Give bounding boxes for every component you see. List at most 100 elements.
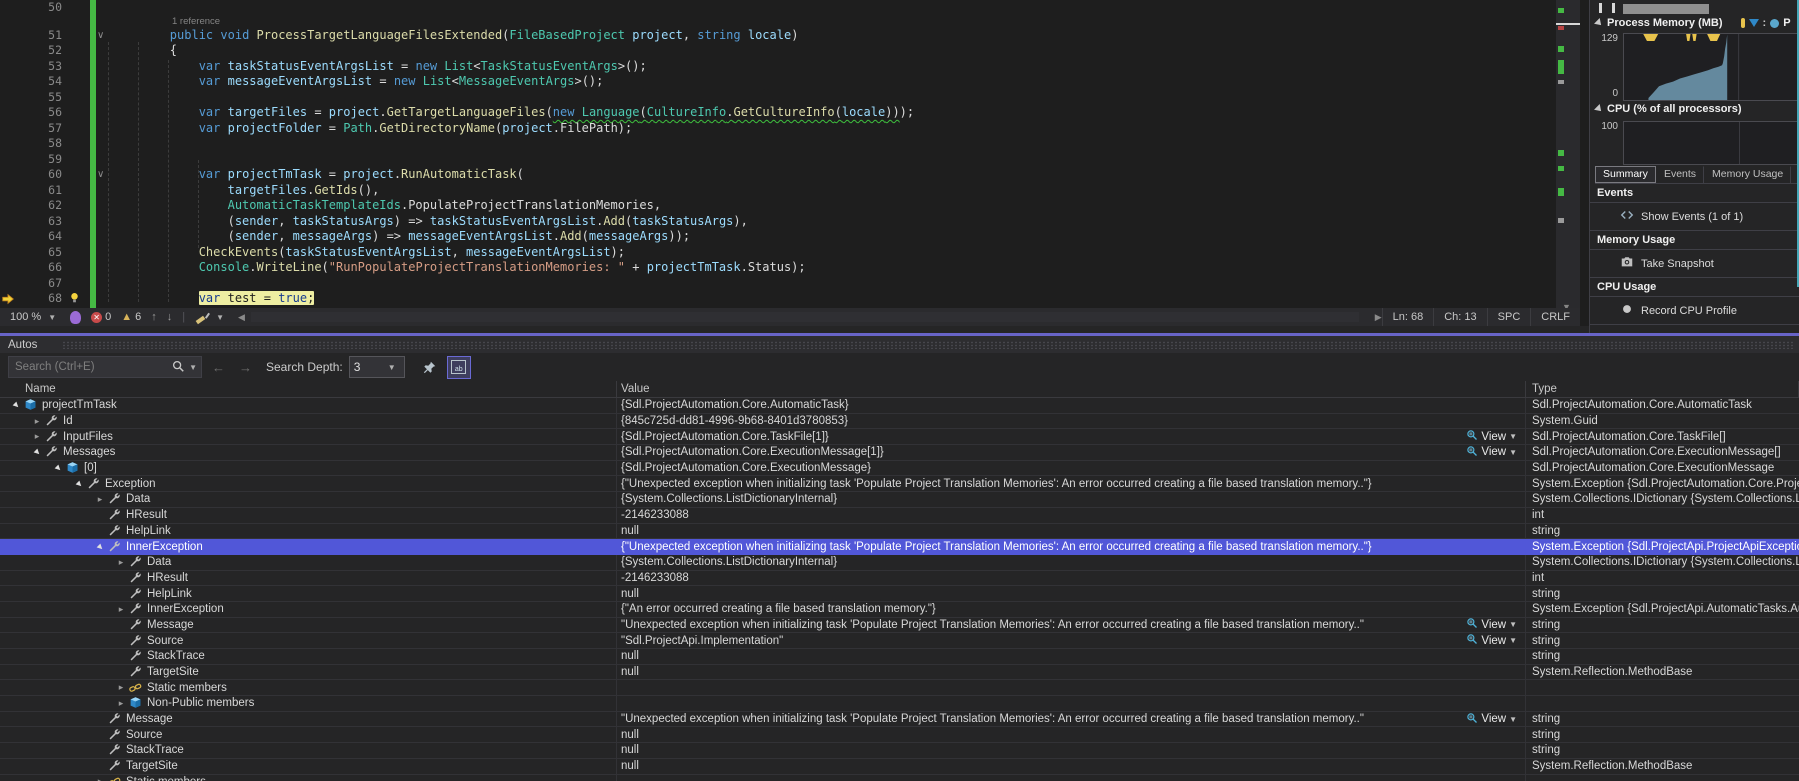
expander-icon[interactable]: ▸ bbox=[31, 416, 43, 427]
tab-summary[interactable]: Summary bbox=[1595, 166, 1656, 183]
next-issue-button[interactable]: ↓ bbox=[167, 311, 173, 323]
code-line[interactable]: 67 bbox=[0, 276, 1556, 292]
table-row[interactable]: StackTrace null string bbox=[0, 743, 1799, 759]
table-row[interactable]: Source "Sdl.ProjectApi.Implementation" Vie… bbox=[0, 633, 1799, 649]
view-visualizer-button[interactable]: View ▼ bbox=[1466, 618, 1525, 633]
expander-icon[interactable]: ▼ bbox=[29, 445, 45, 460]
memory-chart-header[interactable]: Process Memory (MB) : P bbox=[1590, 15, 1799, 30]
table-row[interactable]: ▼ projectTmTask {Sdl.ProjectAutomation.Cor… bbox=[0, 398, 1799, 414]
table-row[interactable]: ▸ Data {System.Collections.ListDictionaryI… bbox=[0, 492, 1799, 508]
search-icon[interactable] bbox=[171, 359, 185, 376]
hscroll-left-arrow[interactable]: ◀ bbox=[238, 312, 245, 323]
horizontal-scrollbar[interactable] bbox=[250, 312, 1359, 322]
code-line[interactable]: 66 Console.WriteLine("RunPopulateProject… bbox=[0, 260, 1556, 276]
expander-icon[interactable]: ▸ bbox=[31, 431, 43, 442]
code-line[interactable]: 51 ∨ public void ProcessTargetLanguageFil… bbox=[0, 28, 1556, 44]
search-back-button[interactable]: ← bbox=[208, 360, 229, 375]
search-input[interactable] bbox=[9, 361, 172, 373]
view-visualizer-button[interactable]: View ▼ bbox=[1466, 712, 1525, 727]
view-visualizer-button[interactable]: View ▼ bbox=[1466, 429, 1525, 444]
show-events-1-of-1--link[interactable]: Show Events (1 of 1) bbox=[1590, 203, 1799, 231]
code-line[interactable]: 56 var targetFiles = project.GetTargetLa… bbox=[0, 105, 1556, 121]
drag-grip[interactable] bbox=[62, 341, 1793, 349]
table-row[interactable]: ▼ [0] {Sdl.ProjectAutomation.Core.Executio… bbox=[0, 460, 1799, 477]
timeline-scrollbar[interactable] bbox=[1623, 4, 1709, 14]
code-line[interactable]: 63 (sender, taskStatusArgs) => taskStatu… bbox=[0, 214, 1556, 230]
expander-icon[interactable]: ▼ bbox=[71, 476, 87, 491]
view-visualizer-button[interactable]: View ▼ bbox=[1466, 633, 1525, 648]
code-line[interactable]: 64 (sender, messageArgs) => messageEvent… bbox=[0, 229, 1556, 245]
code-line[interactable]: 62 AutomaticTaskTemplateIds.PopulateProj… bbox=[0, 198, 1556, 214]
column-header-name[interactable]: Name bbox=[0, 381, 617, 397]
code-editor[interactable]: 50 1 reference 51 ∨ public void ProcessTarg… bbox=[0, 0, 1556, 308]
expander-icon[interactable]: ▼ bbox=[92, 539, 108, 554]
tab-events[interactable]: Events bbox=[1656, 166, 1705, 183]
code-line[interactable]: 55 bbox=[0, 90, 1556, 106]
expander-icon[interactable]: ▼ bbox=[50, 461, 66, 476]
column-header-type[interactable]: Type bbox=[1526, 381, 1799, 397]
line-ending-indicator[interactable]: CRLF bbox=[1530, 308, 1580, 326]
table-row[interactable]: Source null string bbox=[0, 727, 1799, 744]
warning-count[interactable]: ▲ 6 bbox=[121, 311, 141, 323]
expander-icon[interactable]: ▸ bbox=[94, 494, 106, 505]
tab-memory-usage[interactable]: Memory Usage bbox=[1704, 166, 1792, 183]
record-cpu-profile-link[interactable]: Record CPU Profile bbox=[1590, 297, 1799, 325]
table-row[interactable]: Message "Unexpected exception when initia… bbox=[0, 711, 1799, 728]
suggestion-icon[interactable] bbox=[70, 310, 82, 324]
watch-layout-toggle-button[interactable]: ab bbox=[446, 355, 471, 379]
table-row[interactable]: ▸ Static members bbox=[0, 680, 1799, 697]
cpu-chart-header[interactable]: CPU (% of all processors) bbox=[1590, 101, 1741, 116]
table-row[interactable]: TargetSite null System.Reflection.MethodBa… bbox=[0, 758, 1799, 775]
code-cleanup-button[interactable]: ▼ bbox=[195, 311, 228, 324]
hscroll-right-arrow[interactable]: ▶ bbox=[1375, 312, 1382, 323]
code-line[interactable]: 53 var taskStatusEventArgsList = new Lis… bbox=[0, 59, 1556, 75]
prev-issue-button[interactable]: ↑ bbox=[151, 311, 157, 323]
column-header-value[interactable]: Value bbox=[617, 381, 1526, 397]
code-line[interactable]: 68 var test = true; bbox=[0, 291, 1556, 307]
expander-icon[interactable]: ▸ bbox=[94, 776, 106, 781]
zoom-dropdown[interactable]: 100 % ▼ bbox=[10, 311, 60, 323]
outlining-collapse-icon[interactable]: ∨ bbox=[97, 28, 104, 44]
code-line[interactable]: 54 var messageEventArgsList = new List<M… bbox=[0, 74, 1556, 90]
table-row[interactable]: HResult -2146233088 int bbox=[0, 507, 1799, 524]
pause-button[interactable] bbox=[1599, 3, 1615, 13]
table-row[interactable]: StackTrace null string bbox=[0, 649, 1799, 665]
autos-title-bar[interactable]: Autos bbox=[0, 336, 1799, 353]
code-line[interactable]: 58 bbox=[0, 136, 1556, 152]
chevron-down-icon[interactable]: ▼ bbox=[185, 363, 201, 372]
expander-icon[interactable]: ▼ bbox=[8, 398, 24, 413]
table-row[interactable]: TargetSite null System.Reflection.MethodBa… bbox=[0, 664, 1799, 681]
table-row[interactable]: ▸ Static members bbox=[0, 774, 1799, 781]
search-box[interactable]: ▼ bbox=[8, 356, 202, 378]
table-row[interactable]: HResult -2146233088 int bbox=[0, 570, 1799, 587]
table-row[interactable]: HelpLink null string bbox=[0, 523, 1799, 540]
error-count[interactable]: ✕ 0 bbox=[91, 311, 111, 323]
lightbulb-icon[interactable] bbox=[68, 291, 82, 305]
table-row[interactable]: ▸ InputFiles {Sdl.ProjectAutomation.Core.T… bbox=[0, 429, 1799, 446]
expander-icon[interactable]: ▸ bbox=[115, 698, 127, 709]
expander-icon[interactable]: ▸ bbox=[115, 557, 127, 568]
code-line[interactable]: 59 bbox=[0, 152, 1556, 168]
search-depth-dropdown[interactable]: 3 ▼ bbox=[348, 356, 405, 378]
outlining-collapse-icon[interactable]: ∨ bbox=[97, 167, 104, 183]
search-forward-button[interactable]: → bbox=[235, 360, 256, 375]
table-row[interactable]: HelpLink null string bbox=[0, 586, 1799, 602]
code-line[interactable]: 65 CheckEvents(taskStatusEventArgsList, … bbox=[0, 245, 1556, 261]
code-line[interactable]: 50 bbox=[0, 0, 1556, 16]
table-row[interactable]: ▸ Id {845c725d-dd81-4996-9b68-8401d3780853… bbox=[0, 413, 1799, 430]
table-row[interactable]: ▸ Data {System.Collections.ListDictionaryI… bbox=[0, 554, 1799, 571]
take-snapshot-link[interactable]: Take Snapshot bbox=[1590, 250, 1799, 278]
table-row[interactable]: Message "Unexpected exception when initia… bbox=[0, 617, 1799, 634]
table-row[interactable]: ▸ Non-Public members bbox=[0, 696, 1799, 712]
table-row[interactable]: ▼ Messages {Sdl.ProjectAutomation.Core.Exe… bbox=[0, 445, 1799, 461]
pin-to-source-button[interactable] bbox=[419, 357, 441, 378]
insert-mode-indicator[interactable]: SPC bbox=[1486, 308, 1531, 326]
table-row[interactable]: ▸ InnerException {"An error occurred creat… bbox=[0, 601, 1799, 618]
codelens-references[interactable]: 1 reference bbox=[0, 16, 1556, 28]
view-visualizer-button[interactable]: View ▼ bbox=[1466, 445, 1525, 460]
editor-vertical-scrollbar[interactable]: ▼ bbox=[1556, 0, 1580, 326]
expander-icon[interactable]: ▸ bbox=[115, 604, 127, 615]
code-line[interactable]: 52 { bbox=[0, 43, 1556, 59]
expander-icon[interactable]: ▸ bbox=[115, 682, 127, 693]
code-line[interactable]: 60 ∨ var projectTmTask = project.RunAutom… bbox=[0, 167, 1556, 183]
